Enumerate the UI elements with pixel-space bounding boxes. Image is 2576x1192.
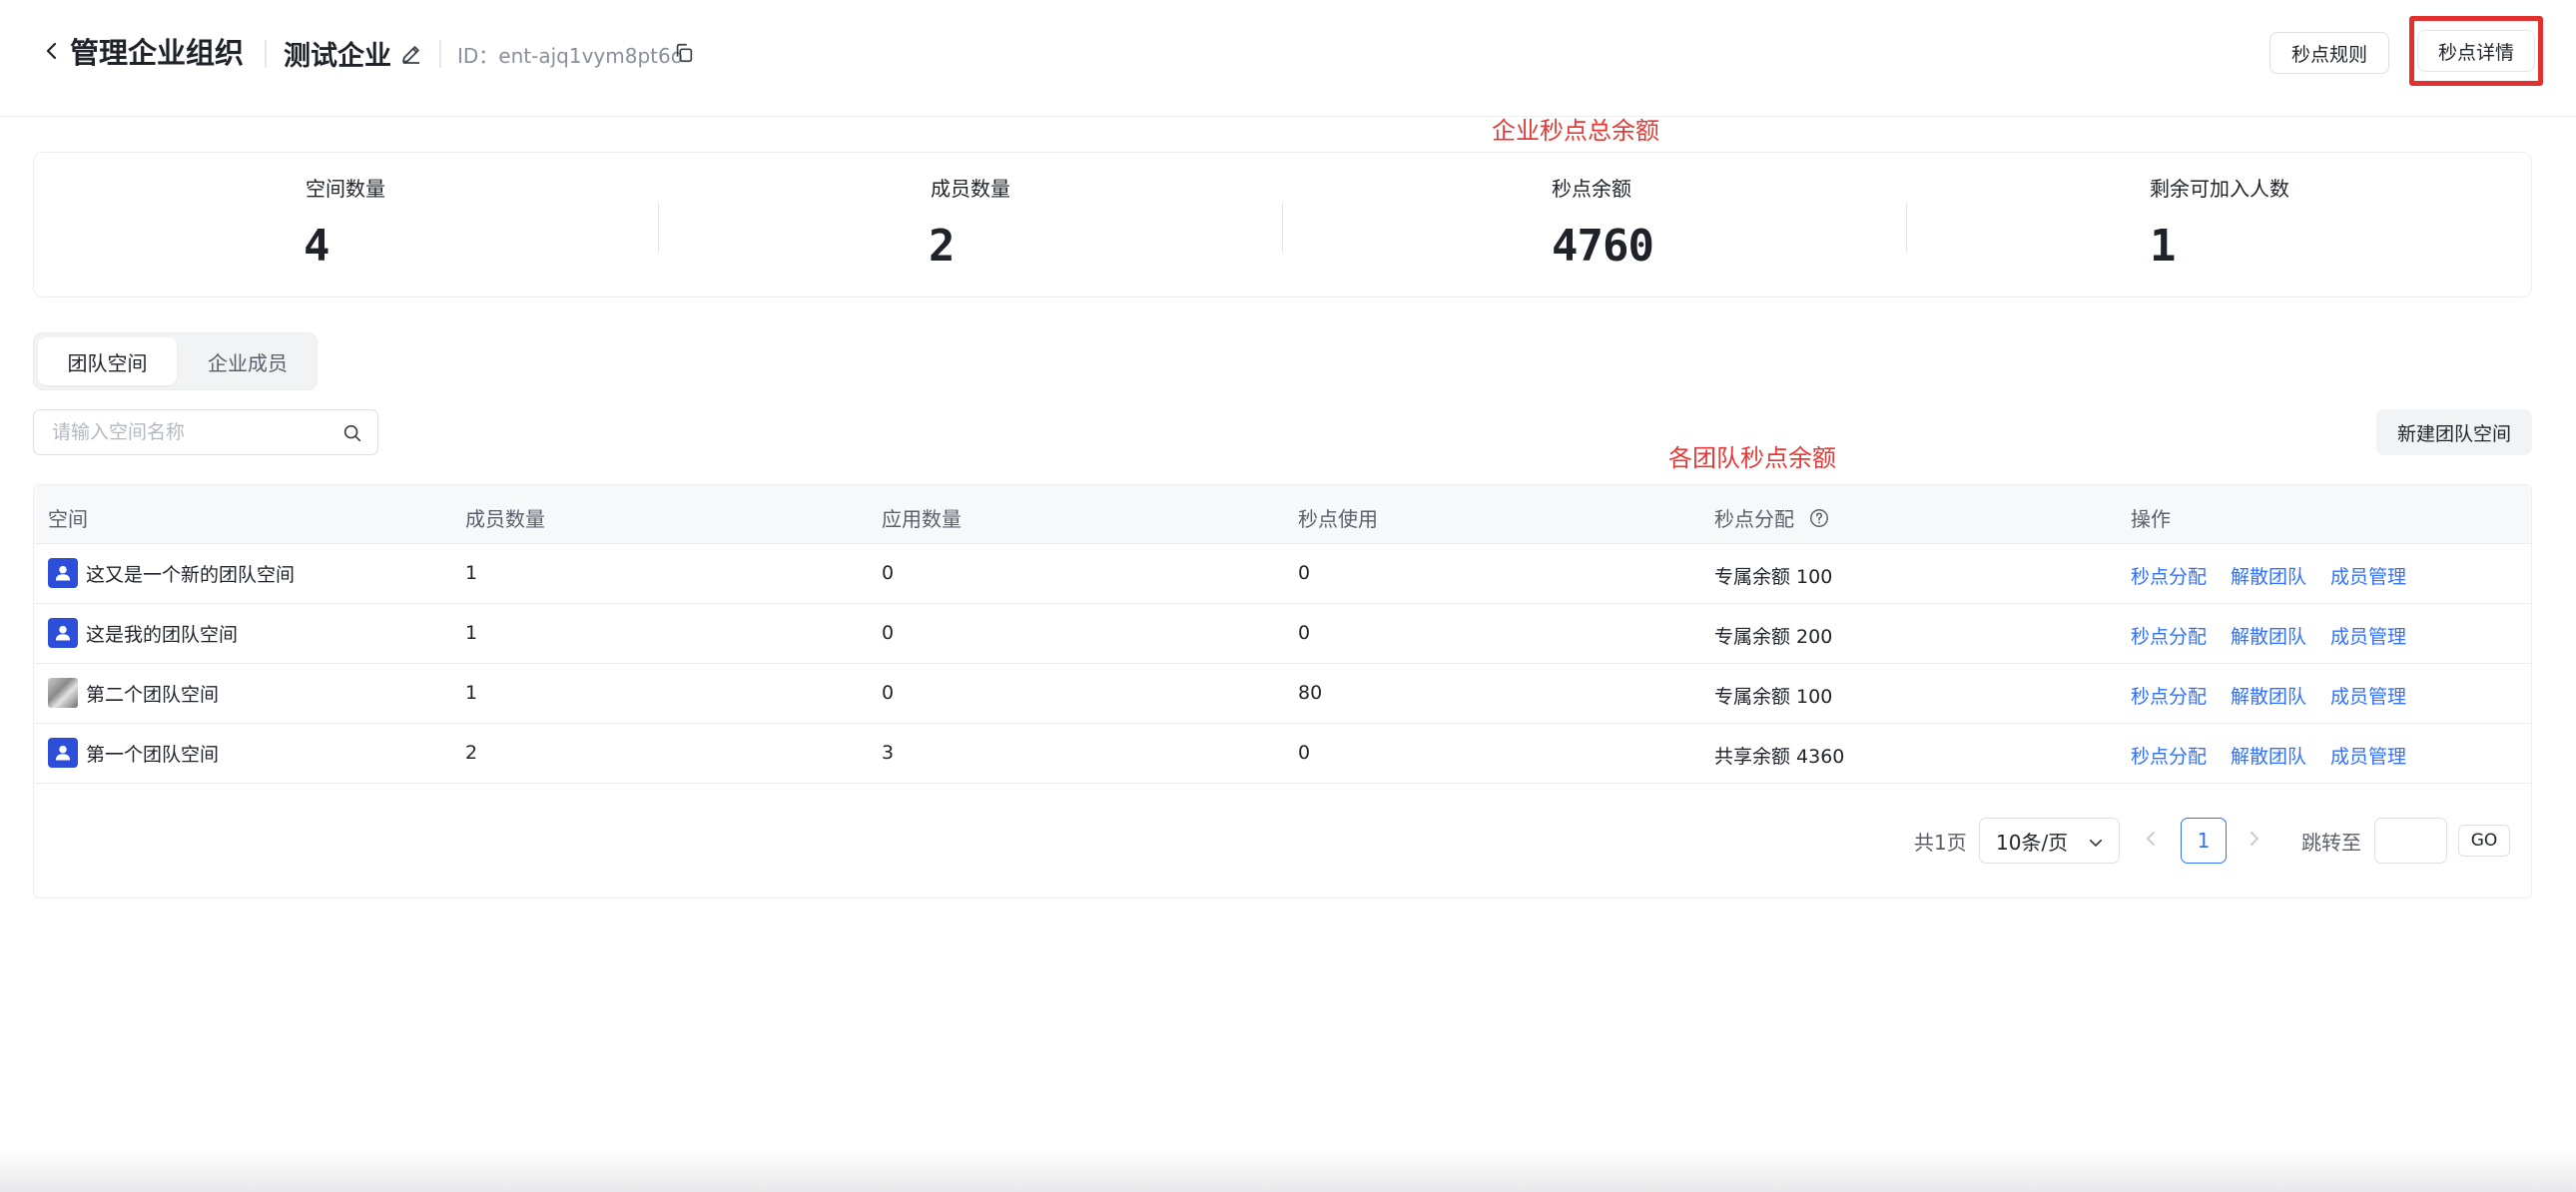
enterprise-id: ID：ent-ajq1vym8pt6o — [457, 44, 683, 68]
app-count: 0 — [882, 682, 895, 704]
page-size-value: 10条/页 — [1996, 830, 2069, 855]
detail-button-highlight[interactable]: 秒点详情 — [2409, 16, 2543, 86]
table-row: 第一个团队空间 2 3 0 共享余额 4360 秒点分配 解散团队 成员管理 — [34, 724, 2531, 784]
divider — [265, 40, 267, 68]
manage-members-link[interactable]: 成员管理 — [2330, 566, 2406, 588]
space-name: 这又是一个新的团队空间 — [86, 563, 296, 586]
annotation-total-balance: 企业秒点总余额 — [1492, 117, 1659, 145]
points-allocation: 专属余额 100 — [1714, 566, 1833, 588]
column-header: 秒点使用 — [1298, 507, 1378, 531]
space-name-cell: 第二个团队空间 — [48, 678, 219, 708]
allocate-points-link[interactable]: 秒点分配 — [2131, 746, 2207, 768]
app-count: 3 — [882, 742, 895, 764]
points-allocation: 专属余额 100 — [1714, 686, 1833, 708]
go-button[interactable]: GO — [2458, 825, 2510, 857]
space-name-cell: 这是我的团队空间 — [48, 618, 238, 648]
enterprise-name: 测试企业 — [284, 41, 391, 72]
member-count: 1 — [465, 562, 478, 584]
tab-team-space[interactable]: 团队空间 — [38, 337, 177, 385]
row-actions: 秒点分配 解散团队 成员管理 — [2131, 562, 2430, 589]
column-header: 成员数量 — [465, 507, 545, 531]
space-name: 第一个团队空间 — [86, 743, 220, 766]
jump-page-input[interactable] — [2374, 818, 2447, 864]
manage-members-link[interactable]: 成员管理 — [2330, 746, 2406, 768]
search-box — [33, 409, 378, 455]
manage-members-link[interactable]: 成员管理 — [2330, 626, 2406, 648]
dissolve-team-link[interactable]: 解散团队 — [2231, 746, 2306, 768]
column-header: 空间 — [48, 507, 88, 531]
points-usage: 0 — [1298, 742, 1311, 764]
points-usage: 0 — [1298, 562, 1311, 584]
table-header: 空间 成员数量 应用数量 秒点使用 秒点分配 操作 — [34, 485, 2531, 544]
stat-label: 剩余可加入人数 — [2150, 177, 2289, 201]
column-header-allocation: 秒点分配 — [1714, 503, 1830, 532]
search-input[interactable] — [52, 418, 331, 446]
allocate-points-link[interactable]: 秒点分配 — [2131, 626, 2207, 648]
app-count: 0 — [882, 622, 895, 644]
page-size-select[interactable]: 10条/页 — [1979, 818, 2120, 864]
dissolve-team-link[interactable]: 解散团队 — [2231, 626, 2306, 648]
jump-label: 跳转至 — [2301, 831, 2361, 855]
column-header: 秒点分配 — [1714, 507, 1794, 531]
pagination: 共1页 10条/页 1 跳转至 GO — [34, 815, 2531, 865]
detail-button[interactable]: 秒点详情 — [2417, 30, 2535, 72]
search-icon[interactable] — [341, 422, 363, 444]
page-number-current[interactable]: 1 — [2181, 818, 2227, 864]
chevron-down-icon — [2089, 839, 2103, 847]
tab-enterprise-members[interactable]: 企业成员 — [182, 337, 314, 385]
chevron-right-icon[interactable] — [2243, 827, 2266, 851]
manage-members-link[interactable]: 成员管理 — [2330, 686, 2406, 708]
help-icon[interactable] — [1808, 507, 1830, 529]
space-avatar-image — [48, 678, 78, 708]
app-count: 0 — [882, 562, 895, 584]
page-header: 管理企业组织 测试企业 ID：ent-ajq1vym8pt6o 秒点规则 秒点详… — [0, 0, 2576, 117]
allocate-points-link[interactable]: 秒点分配 — [2131, 686, 2207, 708]
space-name: 这是我的团队空间 — [86, 623, 239, 646]
page-total: 共1页 — [1914, 831, 1967, 855]
user-icon — [48, 738, 78, 768]
back-button[interactable]: 管理企业组织 — [40, 30, 244, 72]
dissolve-team-link[interactable]: 解散团队 — [2231, 686, 2306, 708]
member-count: 1 — [465, 682, 478, 704]
copy-icon[interactable] — [673, 42, 695, 64]
user-icon — [48, 558, 78, 588]
space-name: 第二个团队空间 — [86, 683, 220, 706]
member-count: 1 — [465, 622, 478, 644]
column-header: 操作 — [2131, 507, 2171, 531]
stat-member-count: 成员数量 2 — [658, 153, 1282, 298]
stat-value: 1 — [2150, 221, 2177, 272]
table-row: 这是我的团队空间 1 0 0 专属余额 200 秒点分配 解散团队 成员管理 — [34, 604, 2531, 664]
stat-balance: 秒点余额 4760 — [1282, 153, 1906, 298]
space-name-cell: 第一个团队空间 — [48, 738, 219, 768]
points-usage: 0 — [1298, 622, 1311, 644]
row-actions: 秒点分配 解散团队 成员管理 — [2131, 622, 2430, 649]
chevron-left-icon[interactable] — [2139, 827, 2163, 851]
user-icon — [48, 618, 78, 648]
new-team-space-button[interactable]: 新建团队空间 — [2376, 409, 2532, 455]
edit-icon[interactable] — [399, 42, 423, 66]
tab-bar: 团队空间 企业成员 — [33, 332, 318, 390]
table-row: 这又是一个新的团队空间 1 0 0 专属余额 100 秒点分配 解散团队 成员管理 — [34, 544, 2531, 604]
stats-panel: 空间数量 4 成员数量 2 秒点余额 4760 剩余可加入人数 1 — [33, 152, 2532, 298]
row-actions: 秒点分配 解散团队 成员管理 — [2131, 682, 2430, 709]
dissolve-team-link[interactable]: 解散团队 — [2231, 566, 2306, 588]
stat-remaining-seats: 剩余可加入人数 1 — [1906, 153, 2530, 298]
allocate-points-link[interactable]: 秒点分配 — [2131, 566, 2207, 588]
bottom-shadow — [0, 1148, 2576, 1192]
table-row: 第二个团队空间 1 0 80 专属余额 100 秒点分配 解散团队 成员管理 — [34, 664, 2531, 724]
member-count: 2 — [465, 742, 478, 764]
divider — [439, 40, 441, 68]
page-title: 管理企业组织 — [70, 36, 245, 70]
rules-button[interactable]: 秒点规则 — [2269, 32, 2389, 74]
column-header: 应用数量 — [882, 507, 962, 531]
space-name-cell: 这又是一个新的团队空间 — [48, 558, 295, 588]
points-allocation: 共享余额 4360 — [1714, 746, 1845, 768]
annotation-team-balance: 各团队秒点余额 — [1668, 444, 1836, 472]
team-space-table: 空间 成员数量 应用数量 秒点使用 秒点分配 操作 这又是一个新的团队空间 1 … — [33, 484, 2532, 898]
stat-space-count: 空间数量 4 — [34, 153, 658, 298]
chevron-left-icon — [46, 42, 57, 60]
points-usage: 80 — [1298, 682, 1323, 704]
row-actions: 秒点分配 解散团队 成员管理 — [2131, 742, 2430, 769]
points-allocation: 专属余额 200 — [1714, 626, 1833, 648]
